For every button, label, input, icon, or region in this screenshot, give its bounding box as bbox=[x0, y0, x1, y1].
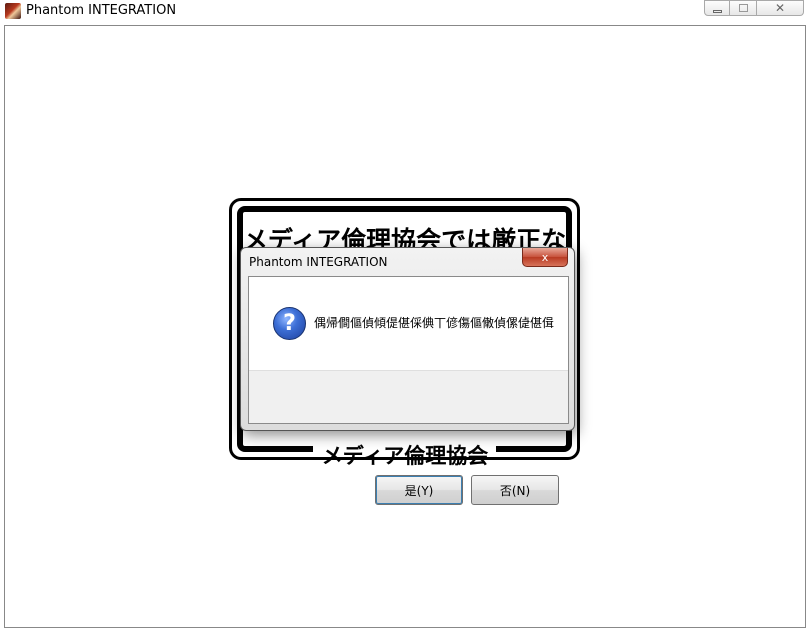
close-button[interactable]: ✕ bbox=[757, 0, 804, 16]
close-icon: ✕ bbox=[774, 1, 786, 15]
dialog-title: Phantom INTEGRATION bbox=[249, 255, 388, 269]
yes-button[interactable]: 是(Y) bbox=[375, 475, 463, 505]
minimize-button[interactable] bbox=[704, 0, 730, 16]
no-button[interactable]: 否(N) bbox=[471, 475, 559, 505]
dialog-button-bar: 是(Y) 否(N) bbox=[249, 370, 568, 505]
dialog-body: ? 偶帰僴傴偵傾偍偡倸倎丅偐傷傴僌偵傫偼偡偮 是(Y) 否(N) bbox=[248, 276, 569, 505]
title-bar[interactable]: Phantom INTEGRATION ✕ bbox=[0, 0, 810, 22]
maximize-icon bbox=[738, 4, 748, 12]
banner-footer: メディア倫理協会 bbox=[321, 444, 489, 468]
close-icon: x bbox=[541, 250, 549, 264]
dialog-content: ? 偶帰僴傴偵傾偍偡倸倎丅偐傷傴僌偵傫偼偡偮 bbox=[249, 277, 568, 370]
minimize-icon bbox=[712, 9, 722, 13]
main-window: Phantom INTEGRATION ✕ メディア倫理協会では厳正な メディア… bbox=[0, 0, 810, 632]
maximize-button[interactable] bbox=[730, 0, 757, 16]
message-box-dialog: Phantom INTEGRATION x ? 偶帰僴傴偵傾偍偡倸倎丅偐傷傴僌偵… bbox=[240, 247, 575, 505]
dialog-close-button[interactable]: x bbox=[522, 248, 568, 267]
window-title: Phantom INTEGRATION bbox=[26, 3, 177, 18]
app-icon[interactable] bbox=[5, 3, 21, 19]
dialog-message: 偶帰僴傴偵傾偍偡倸倎丅偐傷傴僌偵傫偼偡偮 bbox=[314, 316, 555, 330]
question-icon: ? bbox=[273, 307, 306, 340]
